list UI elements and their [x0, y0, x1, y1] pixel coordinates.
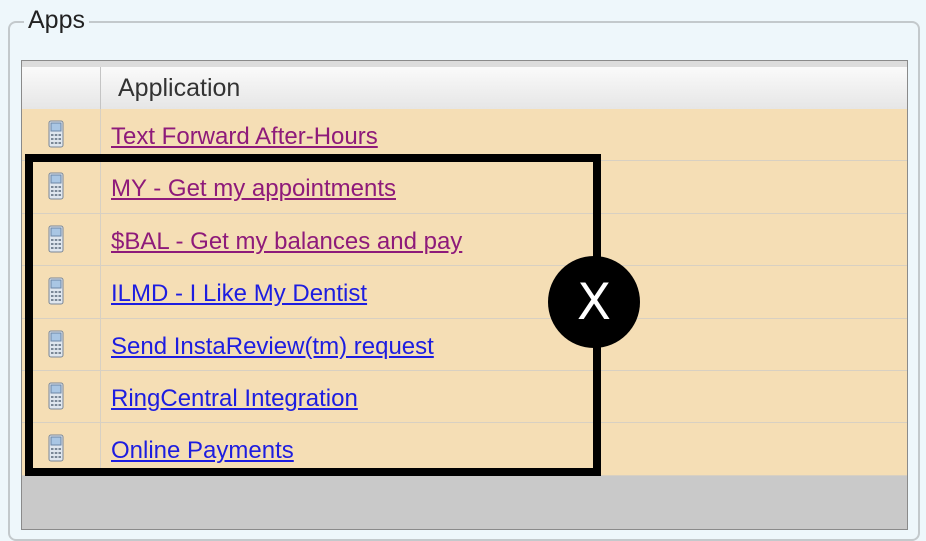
highlight-box: [25, 154, 601, 476]
row-icon-cell: [22, 109, 101, 161]
grid-header: Application: [22, 67, 907, 110]
phone-icon: [48, 120, 64, 148]
icon-column-header[interactable]: [22, 67, 101, 109]
apps-groupbox-title: Apps: [24, 6, 89, 34]
x-badge: X: [548, 256, 640, 348]
application-column-header[interactable]: Application: [118, 67, 240, 109]
